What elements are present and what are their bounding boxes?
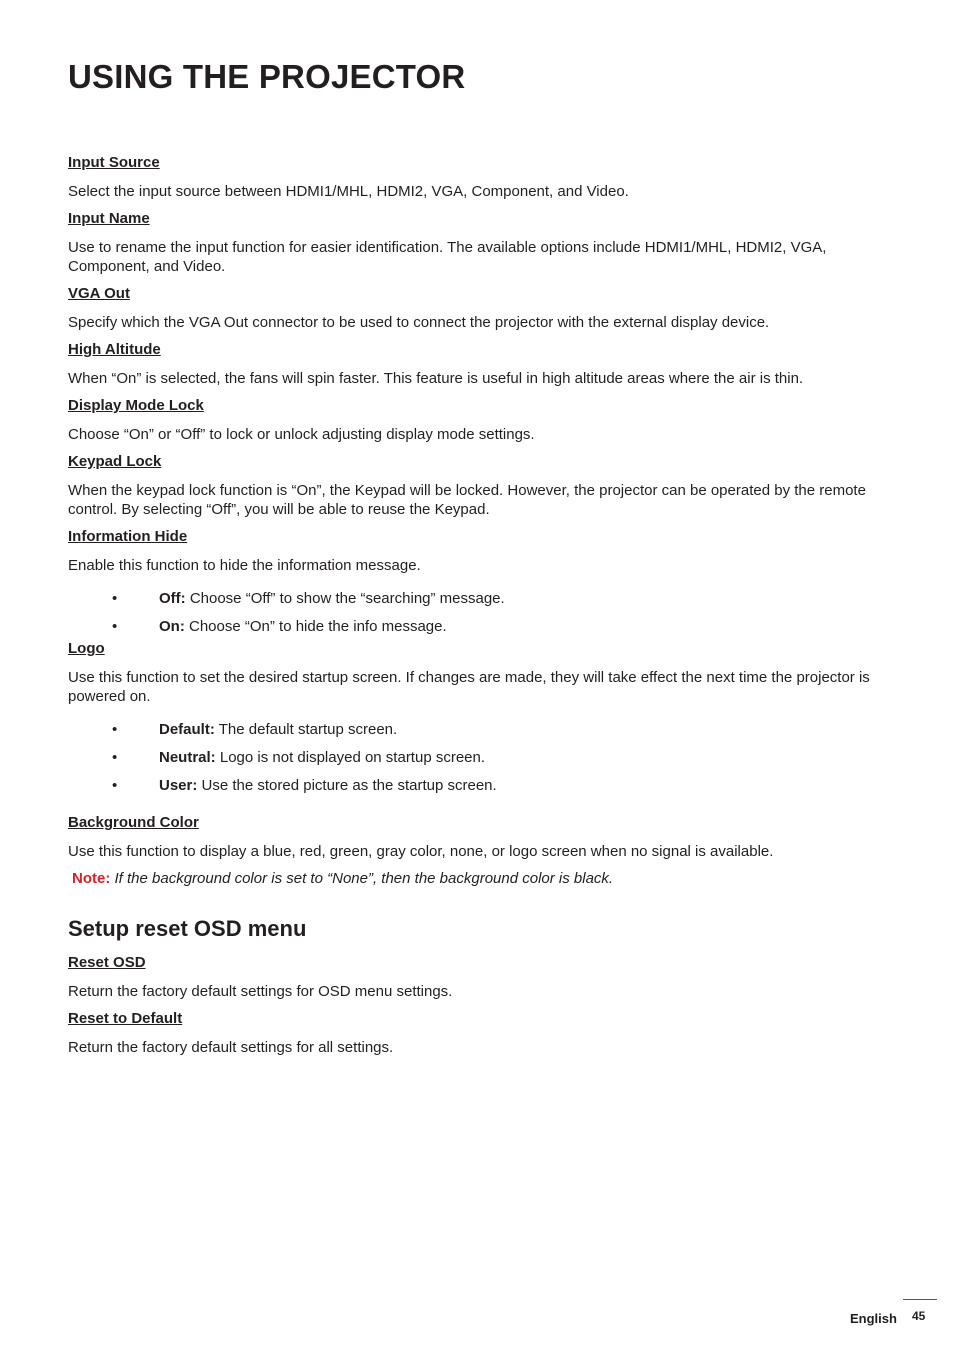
bullet-term: User: <box>159 777 198 794</box>
note-label: Note: <box>72 870 111 887</box>
page-title: USING THE PROJECTOR <box>68 58 466 95</box>
item-information-hide: Information Hide Enable this function to… <box>68 527 888 636</box>
item-input-name: Input Name Use to rename the input funct… <box>68 209 888 276</box>
bullet-desc: Choose “Off” to show the “searching” mes… <box>185 590 505 607</box>
content: Input Source Select the input source bet… <box>68 153 888 1065</box>
item-heading: Information Hide <box>68 528 188 545</box>
item-heading: Reset to Default <box>68 1010 183 1027</box>
bullet-term: On: <box>159 618 185 635</box>
item-text: Return the factory default settings for … <box>68 983 453 1000</box>
bullet-item: • Neutral: Logo is not displayed on start… <box>68 748 888 767</box>
item-heading: Input Name <box>68 210 150 227</box>
item-text: Use to rename the input function for eas… <box>68 239 827 275</box>
bullet-desc: Use the stored picture as the startup sc… <box>197 777 497 794</box>
item-high-altitude: High Altitude When “On” is selected, the… <box>68 340 888 388</box>
bullet-desc: Logo is not displayed on startup screen. <box>215 749 486 766</box>
item-heading: Background Color <box>68 814 199 831</box>
bullet-icon: • <box>112 777 118 794</box>
item-text: When the keypad lock function is “On”, t… <box>68 482 866 518</box>
item-display-mode-lock: Display Mode Lock Choose “On” or “Off” t… <box>68 396 888 444</box>
item-text: Enable this function to hide the informa… <box>68 557 421 574</box>
bullet-term: Off: <box>159 590 186 607</box>
item-heading: High Altitude <box>68 341 161 358</box>
item-heading: Display Mode Lock <box>68 397 204 414</box>
bullet-desc: Choose “On” to hide the info message. <box>184 618 447 635</box>
note: Note: If the background color is set to … <box>72 869 888 888</box>
bullet-icon: • <box>112 721 118 738</box>
item-text: Use this function to display a blue, red… <box>68 843 774 860</box>
item-heading: Logo <box>68 640 105 657</box>
item-text: Return the factory default settings for … <box>68 1039 394 1056</box>
item-input-source: Input Source Select the input source bet… <box>68 153 888 201</box>
item-heading: Reset OSD <box>68 954 146 971</box>
item-text: Use this function to set the desired sta… <box>68 669 870 705</box>
page-number: 45 <box>912 1309 926 1323</box>
bullet-desc: The default startup screen. <box>214 721 398 738</box>
item-text: Select the input source between HDMI1/MH… <box>68 183 629 200</box>
bullet-list: • Off: Choose “Off” to show the “searchin… <box>68 589 888 636</box>
note-text: If the background color is set to “None”… <box>110 870 614 887</box>
bullet-item: • On: Choose “On” to hide the info messag… <box>68 617 888 636</box>
footer-divider <box>903 1299 937 1300</box>
bullet-item: • Off: Choose “Off” to show the “searchin… <box>68 589 888 608</box>
item-text: Choose “On” or “Off” to lock or unlock a… <box>68 426 535 443</box>
section-title: Setup reset OSD menu <box>68 916 307 941</box>
bullet-term: Neutral: <box>159 749 216 766</box>
item-background-color: Background Color Use this function to di… <box>68 813 888 888</box>
item-reset-to-default: Reset to Default Return the factory defa… <box>68 1009 888 1057</box>
item-text: When “On” is selected, the fans will spi… <box>68 370 804 387</box>
bullet-term: Default: <box>159 721 215 738</box>
item-logo: Logo Use this function to set the desire… <box>68 639 888 795</box>
bullet-list: • Default: The default startup screen. • N… <box>68 720 888 795</box>
footer-language: English <box>850 1311 897 1326</box>
bullet-icon: • <box>112 590 118 607</box>
item-text: Specify which the VGA Out connector to b… <box>68 314 770 331</box>
item-heading: Input Source <box>68 154 160 171</box>
bullet-icon: • <box>112 749 118 766</box>
bullet-item: • Default: The default startup screen. <box>68 720 888 739</box>
bullet-icon: • <box>112 618 118 635</box>
item-vga-out: VGA Out Specify which the VGA Out connec… <box>68 284 888 332</box>
item-heading: VGA Out <box>68 285 130 302</box>
item-keypad-lock: Keypad Lock When the keypad lock functio… <box>68 452 888 519</box>
item-heading: Keypad Lock <box>68 453 162 470</box>
item-reset-osd: Reset OSD Return the factory default set… <box>68 953 888 1001</box>
bullet-item: • User: Use the stored picture as the sta… <box>68 776 888 795</box>
